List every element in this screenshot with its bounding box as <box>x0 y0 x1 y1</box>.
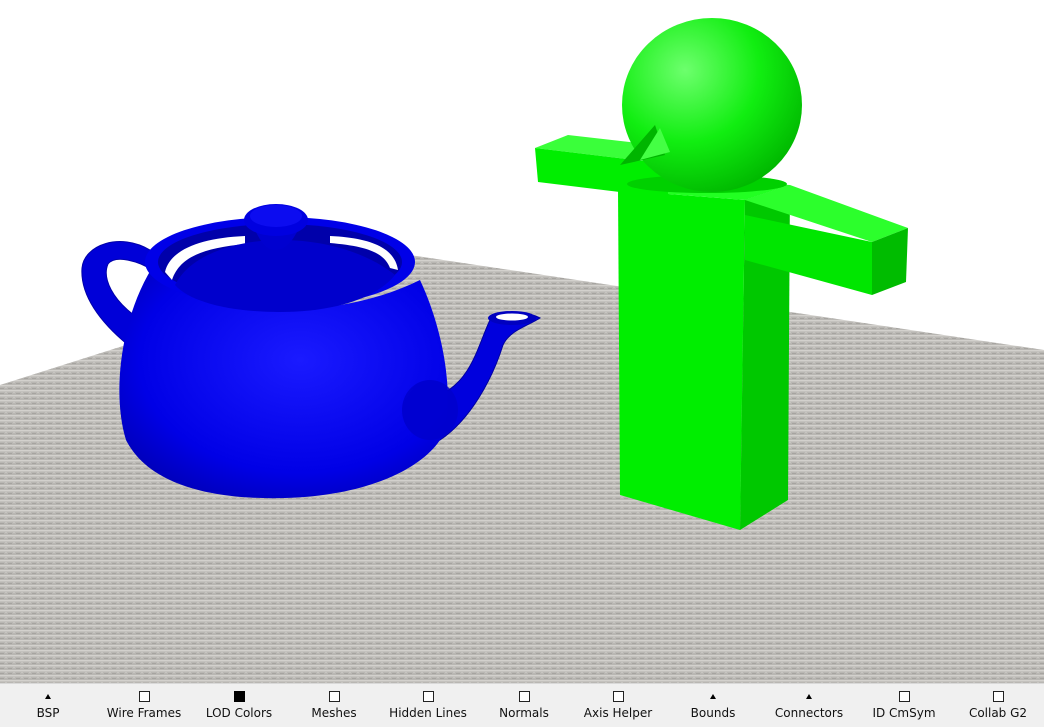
toggle-meshes[interactable]: Meshes <box>300 684 368 728</box>
toggle-hidden-lines-label: Hidden Lines <box>389 706 467 720</box>
toggle-id-cmsym[interactable]: ID CmSym <box>860 684 948 728</box>
hidden-lines-checkbox[interactable] <box>422 691 434 702</box>
toggle-hidden-lines[interactable]: Hidden Lines <box>378 684 478 728</box>
toggle-axis-helper-label: Axis Helper <box>583 706 653 720</box>
toggle-wire-frames[interactable]: Wire Frames <box>96 684 192 728</box>
toggle-lod-colors[interactable]: LOD Colors <box>194 684 284 728</box>
axis-helper-checkbox[interactable] <box>612 691 624 702</box>
toggle-connectors-label: Connectors <box>774 706 844 720</box>
triangle-up-icon <box>762 690 856 702</box>
toggle-normals[interactable]: Normals <box>488 684 560 728</box>
lod-colors-checkbox[interactable] <box>233 691 245 702</box>
toggle-meshes-label: Meshes <box>311 706 357 720</box>
toggle-normals-label: Normals <box>499 706 549 720</box>
meshes-checkbox[interactable] <box>328 691 340 702</box>
normals-checkbox[interactable] <box>518 691 530 702</box>
toggle-bsp[interactable]: BSP <box>22 684 74 728</box>
view-options-toolbar: BSP Wire Frames LOD Colors Meshes Hidden… <box>0 683 1044 727</box>
triangle-up-icon <box>676 690 750 702</box>
toggle-lod-colors-label: LOD Colors <box>205 706 273 720</box>
toggle-collab-g2-label: Collab G2 <box>968 706 1028 720</box>
toggle-wire-frames-label: Wire Frames <box>106 706 182 720</box>
toggle-bounds-label: Bounds <box>690 706 736 720</box>
wire-frames-checkbox[interactable] <box>138 691 150 702</box>
triangle-up-icon <box>22 690 74 702</box>
toggle-connectors[interactable]: Connectors <box>762 684 856 728</box>
toggle-bsp-label: BSP <box>36 706 60 720</box>
toggle-collab-g2[interactable]: Collab G2 <box>958 684 1038 728</box>
toggle-bounds[interactable]: Bounds <box>676 684 750 728</box>
toggle-id-cmsym-label: ID CmSym <box>872 706 936 720</box>
3d-viewport[interactable] <box>0 0 1044 683</box>
toggle-axis-helper[interactable]: Axis Helper <box>570 684 666 728</box>
id-cmsym-checkbox[interactable] <box>898 691 910 702</box>
collab-g2-checkbox[interactable] <box>992 691 1004 702</box>
